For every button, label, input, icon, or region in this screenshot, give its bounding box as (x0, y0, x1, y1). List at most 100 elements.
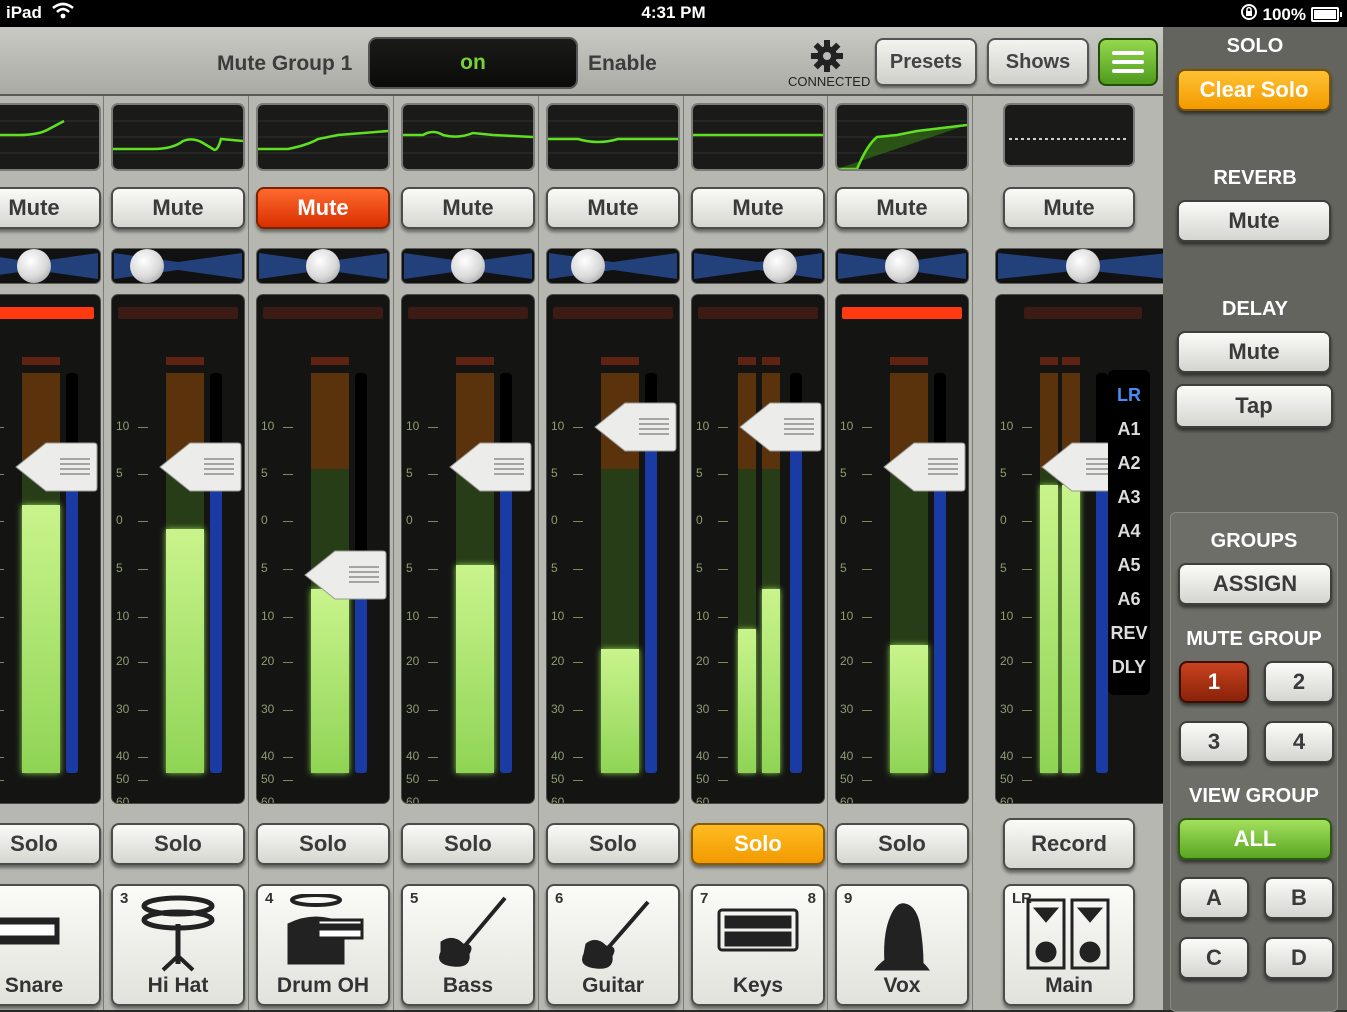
mute-button[interactable]: Mute (256, 187, 390, 229)
meter-level (1040, 485, 1058, 773)
scale-tick (1022, 757, 1032, 758)
mute-button[interactable]: Mute (1003, 187, 1135, 229)
fader-track[interactable] (1096, 373, 1108, 773)
solo-button[interactable]: Solo (835, 823, 969, 865)
presets-button[interactable]: Presets (875, 38, 977, 86)
fader-panel: 10505102030405060∞ (835, 294, 969, 804)
menu-button[interactable] (1098, 38, 1158, 86)
view-group-c-button[interactable]: C (1179, 937, 1249, 979)
mute-button[interactable]: Mute (546, 187, 680, 229)
channel-name-tile[interactable]: 7 8 Keys (691, 884, 825, 1006)
pan-knob[interactable] (885, 249, 919, 283)
channel-name-tile[interactable]: Snare (0, 884, 101, 1006)
fader-cap[interactable] (738, 401, 822, 453)
pan-slider[interactable] (546, 248, 680, 284)
fader-track[interactable] (500, 373, 512, 773)
pan-knob[interactable] (1066, 249, 1100, 283)
bus-option-dly[interactable]: DLY (1108, 657, 1150, 678)
pan-slider[interactable] (256, 248, 390, 284)
solo-button[interactable]: Solo (691, 823, 825, 865)
solo-button[interactable]: Solo (0, 823, 101, 865)
gear-icon[interactable] (810, 39, 844, 73)
eq-curve-display[interactable] (0, 103, 101, 171)
pan-slider[interactable] (995, 248, 1171, 284)
mute-button[interactable]: Mute (0, 187, 101, 229)
view-group-b-button[interactable]: B (1264, 877, 1334, 919)
clip-indicator (698, 307, 818, 319)
fader-track[interactable] (66, 373, 78, 773)
fader-track[interactable] (210, 373, 222, 773)
bus-selector[interactable]: LR A1 A2 A3 A4 A5 A6 REV DLY (1108, 370, 1150, 695)
fader-track[interactable] (934, 373, 946, 773)
scale-tick (862, 474, 872, 475)
clear-solo-button[interactable]: Clear Solo (1177, 69, 1331, 111)
pan-slider[interactable] (691, 248, 825, 284)
record-button[interactable]: Record (1003, 818, 1135, 870)
tap-tempo-button[interactable]: Tap (1175, 384, 1333, 428)
pan-slider[interactable] (0, 248, 101, 284)
solo-button[interactable]: Solo (256, 823, 390, 865)
fader-cap[interactable] (882, 441, 966, 493)
mute-group-4-button[interactable]: 4 (1264, 721, 1334, 763)
bus-option-a6[interactable]: A6 (1108, 589, 1150, 610)
pan-knob[interactable] (129, 249, 164, 283)
mute-button[interactable]: Mute (835, 187, 969, 229)
bus-option-a5[interactable]: A5 (1108, 555, 1150, 576)
mute-group-2-button[interactable]: 2 (1264, 661, 1334, 703)
channel-name-tile[interactable]: 9 Vox (835, 884, 969, 1006)
solo-button[interactable]: Solo (546, 823, 680, 865)
assign-button[interactable]: ASSIGN (1178, 563, 1332, 605)
view-group-all-button[interactable]: ALL (1178, 818, 1332, 860)
channel-name-tile[interactable]: 4 Drum OH (256, 884, 390, 1006)
scale-label: 5 (696, 561, 703, 575)
pan-slider[interactable] (401, 248, 535, 284)
bus-option-a4[interactable]: A4 (1108, 521, 1150, 542)
eq-curve-display[interactable] (546, 103, 680, 171)
channel-name-tile[interactable]: 6 Guitar (546, 884, 680, 1006)
fader-cap[interactable] (14, 441, 98, 493)
delay-mute-button[interactable]: Mute (1177, 331, 1331, 373)
fader-cap[interactable] (448, 441, 532, 493)
clip-indicator (118, 307, 238, 319)
solo-button[interactable]: Solo (111, 823, 245, 865)
reverb-mute-button[interactable]: Mute (1177, 200, 1331, 242)
channel-name-tile[interactable]: 3 Hi Hat (111, 884, 245, 1006)
view-group-a-button[interactable]: A (1179, 877, 1249, 919)
mute-button[interactable]: Mute (401, 187, 535, 229)
scale-tick (1022, 569, 1032, 570)
pan-knob[interactable] (306, 249, 340, 283)
eq-curve-display[interactable] (111, 103, 245, 171)
pan-knob[interactable] (17, 249, 51, 283)
eq-curve-display[interactable] (835, 103, 969, 171)
solo-button[interactable]: Solo (401, 823, 535, 865)
pan-knob[interactable] (570, 249, 605, 283)
fader-cap[interactable] (303, 549, 387, 601)
eq-curve-display[interactable] (691, 103, 825, 171)
pan-slider[interactable] (835, 248, 969, 284)
fader-cap[interactable] (593, 401, 677, 453)
channel-name-tile[interactable]: 5 Bass (401, 884, 535, 1006)
bus-option-a3[interactable]: A3 (1108, 487, 1150, 508)
scale-label: 50 (1000, 772, 1014, 786)
view-group-d-button[interactable]: D (1264, 937, 1334, 979)
pan-knob[interactable] (762, 249, 797, 283)
channel-name-tile[interactable]: LR Main (1003, 884, 1135, 1006)
mute-button[interactable]: Mute (111, 187, 245, 229)
bus-option-a2[interactable]: A2 (1108, 453, 1150, 474)
eq-curve-display[interactable] (256, 103, 390, 171)
eq-curve-display[interactable] (401, 103, 535, 171)
scale-label: 5 (261, 561, 268, 575)
mute-group-3-button[interactable]: 3 (1179, 721, 1249, 763)
mute-group-1-button[interactable]: 1 (1179, 661, 1249, 703)
bus-option-rev[interactable]: REV (1108, 623, 1150, 644)
shows-button[interactable]: Shows (987, 38, 1089, 86)
mute-button[interactable]: Mute (691, 187, 825, 229)
scale-tick (283, 474, 293, 475)
pan-knob[interactable] (451, 249, 485, 283)
bus-option-lr[interactable]: LR (1108, 385, 1150, 406)
fader-cap[interactable] (158, 441, 242, 493)
eq-curve-display[interactable] (1003, 103, 1135, 167)
pan-slider[interactable] (111, 248, 245, 284)
bus-option-a1[interactable]: A1 (1108, 419, 1150, 440)
mute-group-enable-toggle[interactable]: on (368, 37, 578, 89)
